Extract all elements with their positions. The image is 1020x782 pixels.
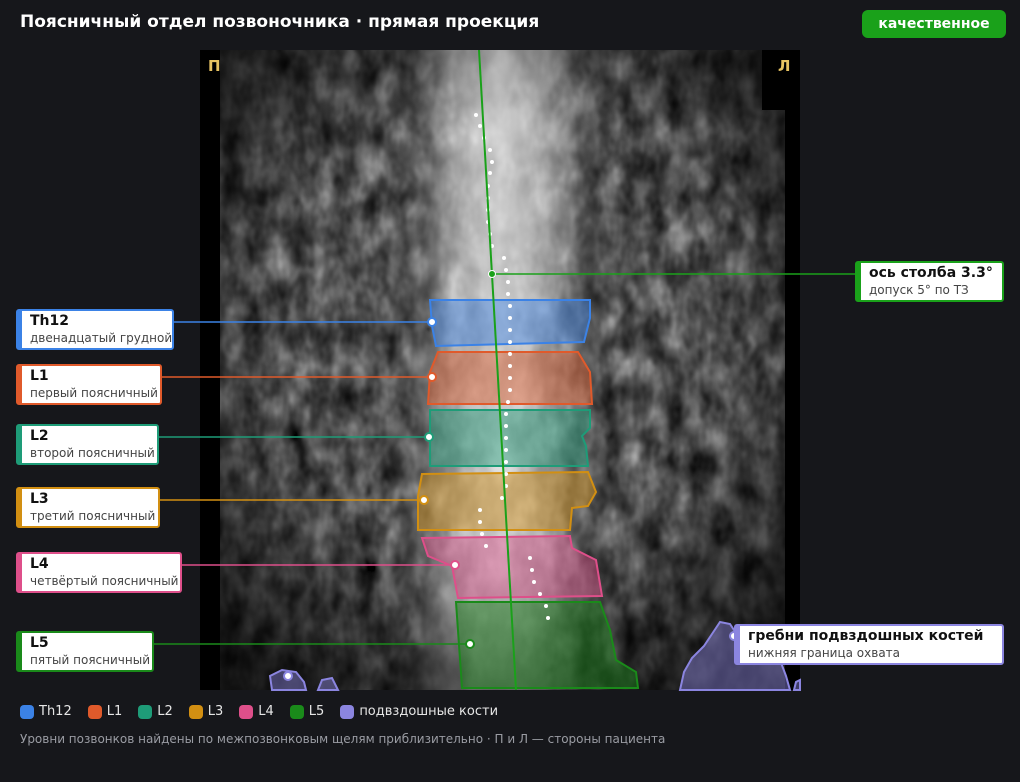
iliac-bone-left-edge <box>792 678 801 691</box>
legend-label: подвздошные кости <box>359 704 499 719</box>
legend-label: L1 <box>106 704 123 719</box>
callout-th12: Th12 двенадцатый грудной <box>16 309 174 350</box>
callout-l1-sub: первый поясничный <box>30 386 158 400</box>
vertebra-l5 <box>454 601 640 689</box>
iliac-anchor-right <box>283 671 293 681</box>
legend-item-th12: Th12 <box>20 704 72 719</box>
callout-l5: L5 пятый поясничный <box>16 631 154 672</box>
legend-item-iliac: подвздошные кости <box>340 704 498 719</box>
callout-l2-sub: второй поясничный <box>30 446 155 460</box>
legend-item-l1: L1 <box>87 704 123 719</box>
legend-label: L5 <box>308 704 325 719</box>
l4-anchor <box>450 560 460 570</box>
legend-swatch <box>188 704 203 719</box>
axis-anchor <box>488 270 496 278</box>
callout-l5-sub: пятый поясничный <box>30 653 150 667</box>
l2-anchor <box>424 432 434 442</box>
legend-label: Th12 <box>39 704 72 719</box>
legend-swatch <box>289 704 304 719</box>
legend-item-l4: L4 <box>239 704 274 719</box>
callout-l4: L4 четвёртый поясничный <box>16 552 182 593</box>
legend-item-l5: L5 <box>289 704 325 719</box>
iliac-callout-title: гребни подвздошных костей <box>748 628 984 644</box>
l3-anchor <box>419 495 429 505</box>
legend-item-l3: L3 <box>188 704 224 719</box>
iliac-bone-right-small <box>316 676 340 691</box>
l5-anchor <box>465 639 475 649</box>
axis-callout-sub: допуск 5° по ТЗ <box>869 283 969 297</box>
legend-swatch <box>138 704 153 719</box>
axis-callout-title: ось столба 3.3° <box>869 265 993 281</box>
legend-item-l2: L2 <box>138 704 173 719</box>
legend-label: L4 <box>258 704 274 719</box>
callout-th12-name: Th12 <box>30 313 69 329</box>
legend-swatch <box>239 704 254 719</box>
legend: Th12 L1 L2 L3 L4 L5 подвздошные кости <box>20 704 498 719</box>
callout-l5-name: L5 <box>30 635 49 651</box>
callout-l3: L3 третий поясничный <box>16 487 160 528</box>
vertebra-l4 <box>420 534 604 600</box>
vertebra-l2 <box>429 409 591 467</box>
iliac-callout: гребни подвздошных костей нижняя граница… <box>734 624 1004 665</box>
l1-anchor <box>427 372 437 382</box>
callout-l4-sub: четвёртый поясничный <box>30 574 179 588</box>
axis-callout: ось столба 3.3° допуск 5° по ТЗ <box>855 261 1004 302</box>
callout-l2: L2 второй поясничный <box>16 424 159 465</box>
iliac-callout-sub: нижняя граница охвата <box>748 646 901 660</box>
callout-l1-name: L1 <box>30 368 49 384</box>
footnote: Уровни позвонков найдены по межпозвонков… <box>20 732 666 746</box>
legend-swatch <box>20 704 34 719</box>
callout-l3-name: L3 <box>30 491 49 507</box>
legend-label: L3 <box>207 704 224 719</box>
callout-l3-sub: третий поясничный <box>30 509 156 523</box>
legend-label: L2 <box>157 704 173 719</box>
callout-l2-name: L2 <box>30 428 49 444</box>
callout-l1: L1 первый поясничный <box>16 364 162 405</box>
callout-th12-sub: двенадцатый грудной <box>30 331 173 345</box>
legend-swatch <box>87 704 102 719</box>
legend-swatch <box>340 704 355 719</box>
callout-l4-name: L4 <box>30 556 49 572</box>
th12-anchor <box>427 317 437 327</box>
